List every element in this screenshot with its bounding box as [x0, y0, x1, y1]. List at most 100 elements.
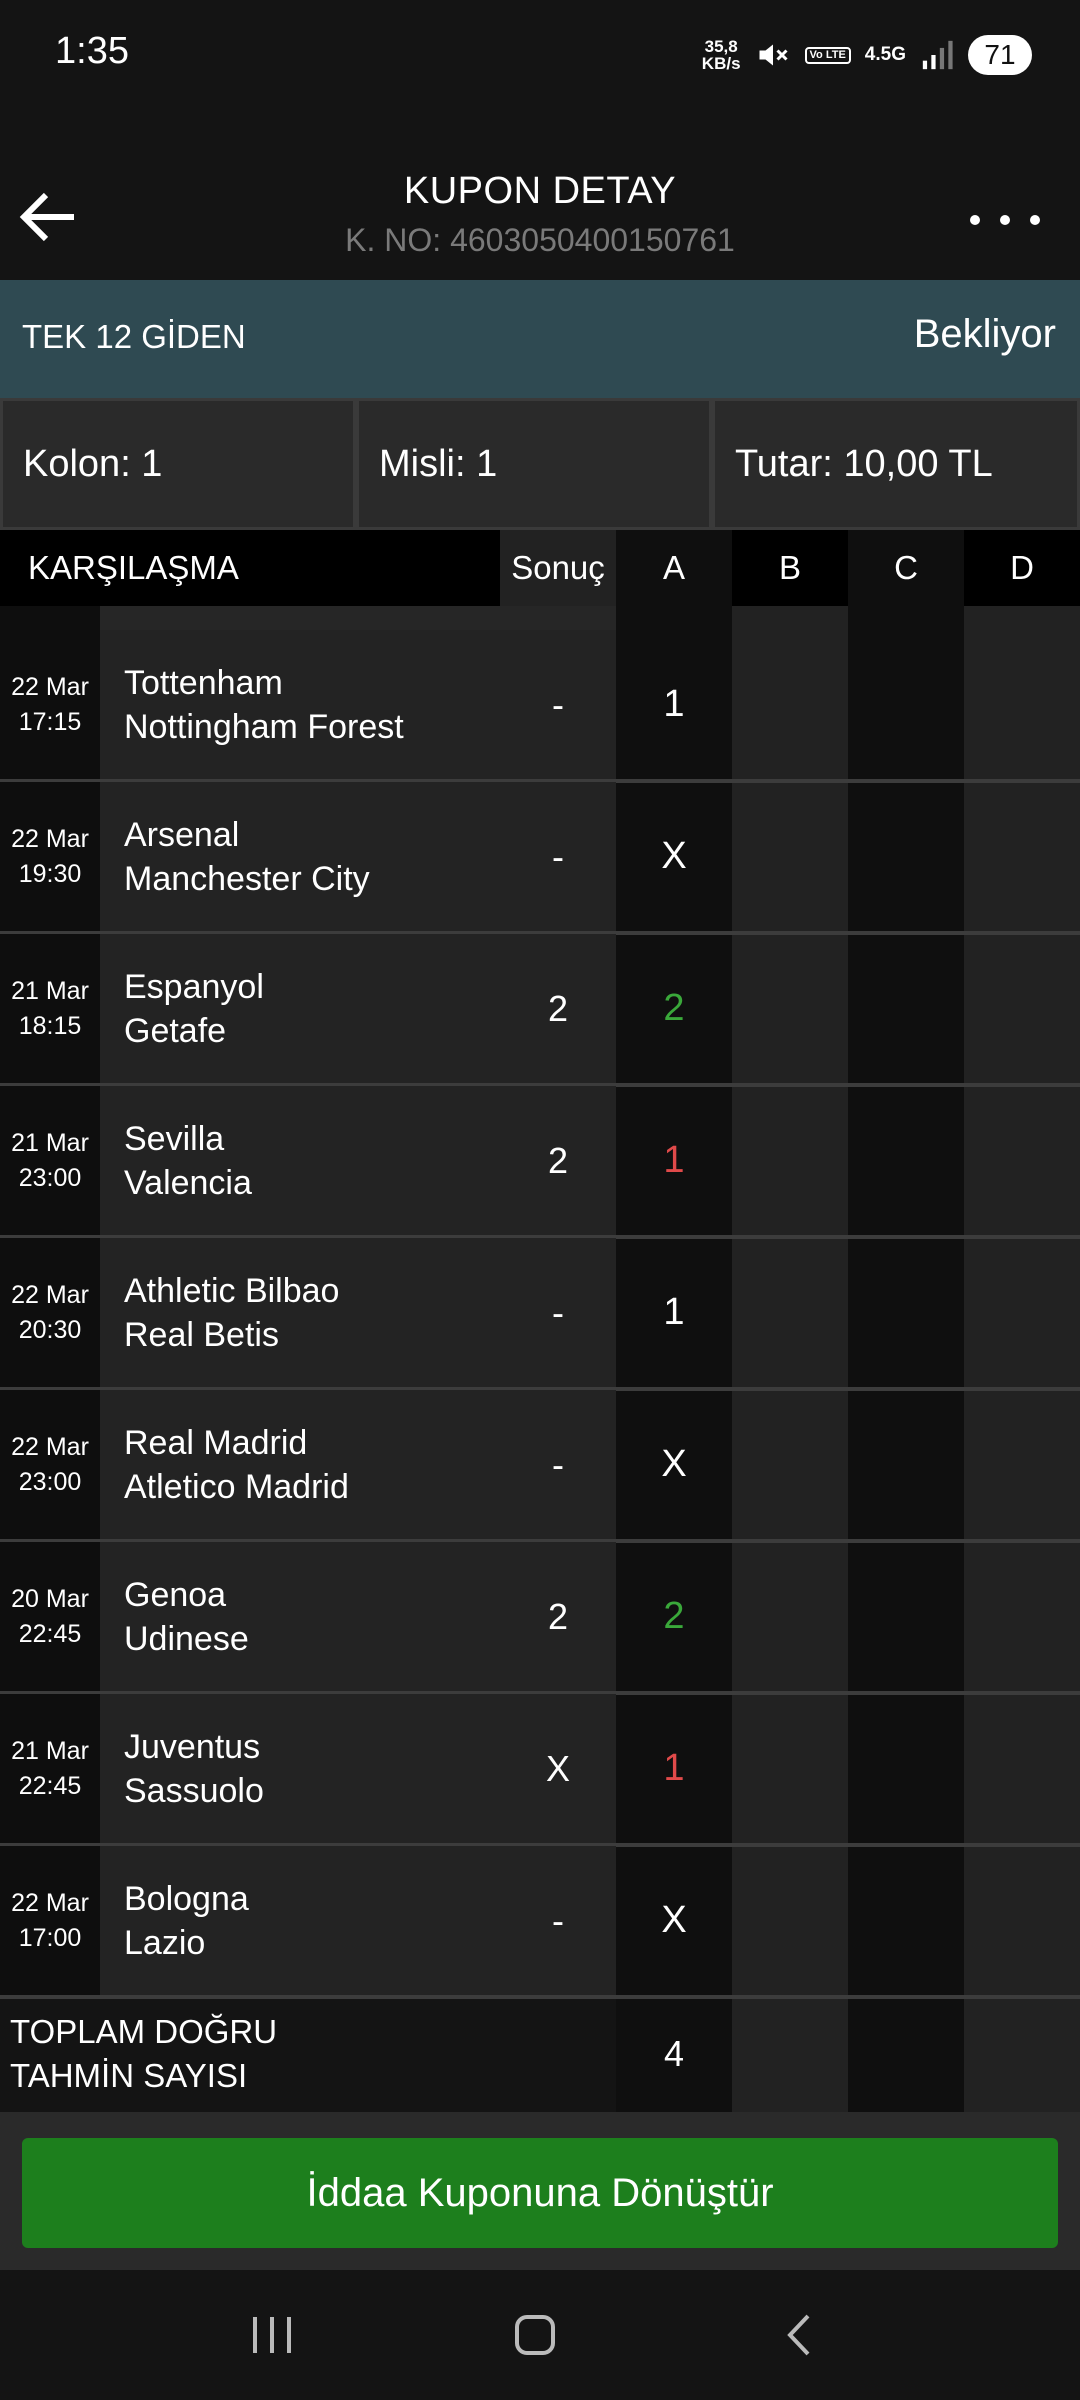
match-row[interactable]: 21 Mar 23:00 Sevilla Valencia 2 1: [0, 1086, 1080, 1235]
status-bar: 1:35 35,8 KB/s Vo LTE 4.5G 71: [0, 0, 1080, 110]
header-d: D: [964, 530, 1080, 606]
away-team: Udinese: [124, 1620, 249, 1658]
match-day: 22 Mar: [11, 1432, 89, 1461]
match-day: 22 Mar: [11, 1888, 89, 1917]
coupon-type: TEK 12 GİDEN: [22, 318, 246, 355]
match-row[interactable]: 21 Mar 18:15 Espanyol Getafe 2 2: [0, 934, 1080, 1083]
kolon-box: Kolon: 1: [0, 398, 356, 530]
volume-mute-icon: [755, 37, 791, 73]
recents-button[interactable]: [232, 2300, 312, 2370]
prediction-a: X: [661, 835, 687, 877]
header-result: Sonuç: [500, 530, 616, 606]
header-b: B: [732, 530, 848, 606]
battery-indicator: 71: [968, 35, 1032, 75]
nav-back-button[interactable]: [760, 2300, 840, 2370]
match-result: -: [500, 1238, 616, 1387]
match-teams: Tottenham Nottingham Forest: [100, 630, 500, 779]
match-day: 22 Mar: [11, 1280, 89, 1309]
prediction-a: X: [661, 1899, 687, 1941]
status-icons: 35,8 KB/s Vo LTE 4.5G 71: [702, 30, 1032, 80]
away-team: Atletico Madrid: [124, 1468, 349, 1506]
convert-to-iddaa-button[interactable]: İddaa Kuponuna Dönüştür: [22, 2138, 1058, 2248]
volte-badge: Vo LTE: [804, 46, 851, 64]
match-time: 18:15: [18, 1011, 82, 1040]
misli-box: Misli: 1: [356, 398, 712, 530]
home-team: Genoa: [124, 1576, 227, 1614]
match-row[interactable]: 22 Mar 17:00 Bologna Lazio - X: [0, 1846, 1080, 1995]
match-teams: Athletic Bilbao Real Betis: [100, 1238, 500, 1387]
away-team: Getafe: [124, 1012, 227, 1050]
match-result: -: [500, 630, 616, 779]
away-team: Lazio: [124, 1924, 206, 1962]
match-date: 21 Mar 23:00: [0, 1086, 100, 1235]
home-icon: [515, 2315, 555, 2355]
match-teams: Arsenal Manchester City: [100, 782, 500, 931]
match-time: 17:00: [18, 1923, 82, 1952]
away-team: Nottingham Forest: [124, 708, 404, 746]
match-time: 23:00: [18, 1163, 82, 1192]
app-header: KUPON DETAY K. NO: 4603050400150761: [0, 110, 1080, 280]
match-date: 22 Mar 17:15: [0, 630, 100, 779]
bottom-action-area: İddaa Kuponuna Dönüştür: [0, 2112, 1080, 2270]
home-team: Bologna: [124, 1880, 249, 1918]
match-day: 22 Mar: [11, 824, 89, 853]
match-time: 20:30: [18, 1315, 82, 1344]
home-team: Tottenham: [124, 664, 283, 702]
prediction-a: 2: [663, 987, 685, 1029]
match-day: 22 Mar: [11, 672, 89, 701]
more-options-button[interactable]: [970, 200, 1040, 240]
match-row[interactable]: 22 Mar 17:15 Tottenham Nottingham Forest - 1: [0, 630, 1080, 779]
match-row[interactable]: 22 Mar 20:30 Athletic Bilbao Real Betis - 1: [0, 1238, 1080, 1387]
match-day: 21 Mar: [11, 976, 89, 1005]
match-result: 2: [500, 1086, 616, 1235]
match-row[interactable]: 22 Mar 23:00 Real Madrid Atletico Madrid - X: [0, 1390, 1080, 1539]
away-team: Manchester City: [124, 860, 370, 898]
match-teams: Bologna Lazio: [100, 1846, 500, 1995]
match-day: 21 Mar: [11, 1128, 89, 1157]
prediction-a: 1: [663, 1291, 685, 1333]
match-date: 20 Mar 22:45: [0, 1542, 100, 1691]
network-type: 4.5G: [864, 44, 906, 65]
network-speed-unit: KB/s: [701, 54, 741, 73]
home-button[interactable]: [495, 2300, 575, 2370]
network-speed-value: 35,8: [704, 37, 738, 56]
match-row[interactable]: 20 Mar 22:45 Genoa Udinese 2 2: [0, 1542, 1080, 1691]
match-date: 22 Mar 23:00: [0, 1390, 100, 1539]
match-time: 19:30: [18, 859, 82, 888]
home-team: Athletic Bilbao: [124, 1272, 340, 1310]
match-teams: Espanyol Getafe: [100, 934, 500, 1083]
home-team: Juventus: [124, 1728, 261, 1766]
header-c: C: [848, 530, 964, 606]
match-day: 21 Mar: [11, 1736, 89, 1765]
match-time: 23:00: [18, 1467, 82, 1496]
match-result: -: [500, 782, 616, 931]
match-result: -: [500, 1390, 616, 1539]
match-result: X: [500, 1694, 616, 1843]
match-date: 22 Mar 20:30: [0, 1238, 100, 1387]
page-title: KUPON DETAY: [403, 170, 677, 212]
coupon-status: Bekliyor: [913, 312, 1056, 356]
match-teams: Genoa Udinese: [100, 1542, 500, 1691]
prediction-a: 1: [663, 683, 685, 725]
header-match: KARŞILAŞMA: [0, 530, 500, 606]
match-date: 21 Mar 18:15: [0, 934, 100, 1083]
recents-icon: [253, 2317, 291, 2353]
coupon-number: K. NO: 4603050400150761: [345, 222, 735, 258]
home-team: Real Madrid: [124, 1424, 308, 1462]
match-teams: Real Madrid Atletico Madrid: [100, 1390, 500, 1539]
coupon-info-row: Kolon: 1 Misli: 1 Tutar: 10,00 TL: [0, 398, 1080, 530]
table-top-gap-date: [0, 606, 100, 630]
match-result: 2: [500, 934, 616, 1083]
match-teams: Sevilla Valencia: [100, 1086, 500, 1235]
total-correct-row: TOPLAM DOĞRU TAHMİN SAYISI 4: [0, 1996, 1080, 2112]
match-date: 22 Mar 17:00: [0, 1846, 100, 1995]
match-row[interactable]: 21 Mar 22:45 Juventus Sassuolo X 1: [0, 1694, 1080, 1843]
match-teams: Juventus Sassuolo: [100, 1694, 500, 1843]
away-team: Real Betis: [124, 1316, 279, 1354]
match-result: 2: [500, 1542, 616, 1691]
table-header: KARŞILAŞMA Sonuç A B C D: [0, 530, 1080, 606]
match-row[interactable]: 22 Mar 19:30 Arsenal Manchester City - X: [0, 782, 1080, 931]
header-a: A: [616, 530, 732, 606]
tutar-box: Tutar: 10,00 TL: [712, 398, 1080, 530]
total-correct-value: 4: [663, 2033, 685, 2074]
